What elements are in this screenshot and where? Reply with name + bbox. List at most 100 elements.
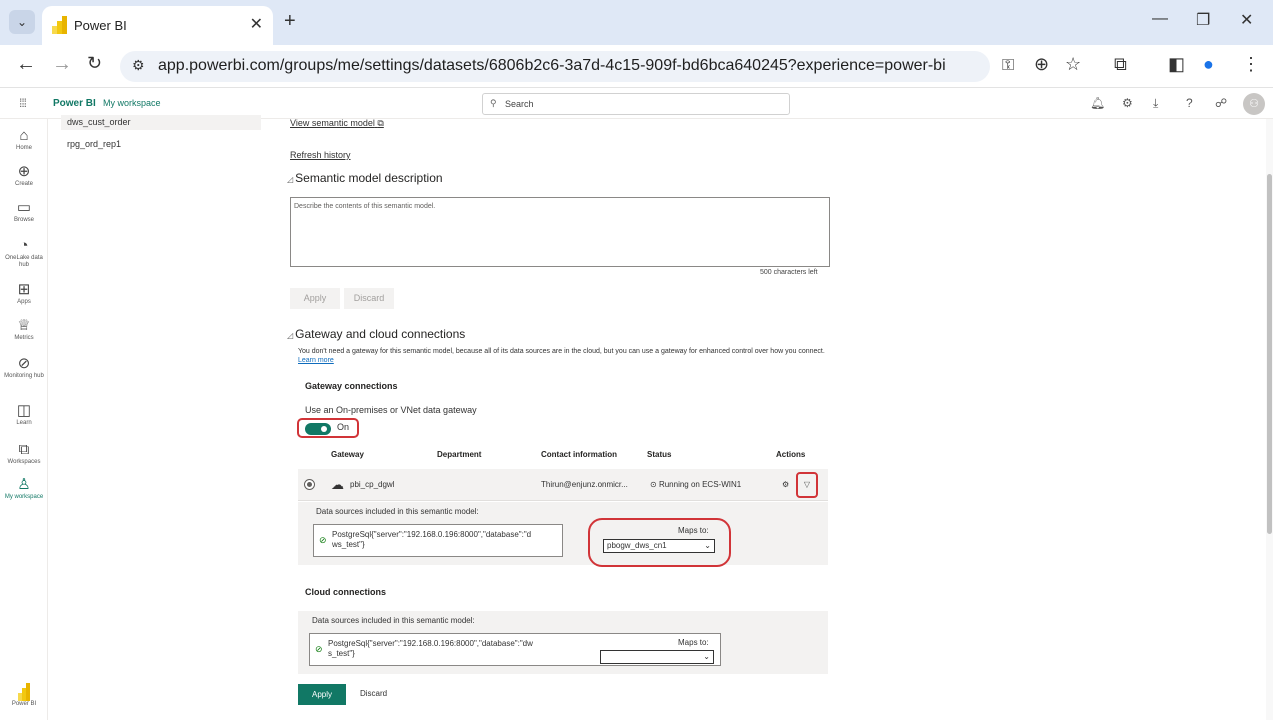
gateway-name: pbi_cp_dgwl bbox=[350, 480, 395, 489]
column-header-department: Department bbox=[437, 450, 482, 459]
nav-powerbi-label: Power BI bbox=[11, 701, 37, 707]
gateway-radio[interactable] bbox=[304, 479, 315, 490]
column-header-gateway: Gateway bbox=[331, 450, 364, 459]
zoom-icon[interactable]: ⊕ bbox=[1034, 54, 1049, 75]
url-omnibox[interactable]: ⚙ app.powerbi.com/groups/me/settings/dat… bbox=[120, 51, 1014, 82]
nav-browse[interactable]: ▭ Browse bbox=[0, 199, 48, 224]
gateway-connections-heading: Gateway connections bbox=[305, 381, 398, 391]
browser-tab[interactable]: Power BI ✕ bbox=[42, 6, 273, 45]
collapse-triangle-icon: ◿ bbox=[287, 331, 294, 340]
powerbi-brand[interactable]: Power BI bbox=[53, 98, 96, 109]
browser-menu-icon[interactable]: ⋮ bbox=[1242, 54, 1260, 75]
home-icon: ⌂ bbox=[19, 127, 29, 144]
apply-button[interactable]: Apply bbox=[298, 684, 346, 705]
cloud-datasources-panel: Data sources included in this semantic m… bbox=[298, 611, 828, 674]
scroll-thumb[interactable] bbox=[1267, 174, 1272, 534]
forward-icon[interactable]: → bbox=[52, 53, 72, 76]
gateway-section-header[interactable]: ◿ Gateway and cloud connections bbox=[287, 327, 465, 341]
discard-button[interactable]: Discard bbox=[360, 689, 387, 698]
toggle-state-label: On bbox=[337, 422, 350, 432]
gw-ds-text-line2: ws_test"} bbox=[332, 540, 365, 549]
description-section-header[interactable]: ◿ Semantic model description bbox=[287, 171, 443, 185]
nav-my-workspace-label: My workspace bbox=[4, 494, 44, 500]
new-tab-icon[interactable]: + bbox=[284, 10, 296, 33]
reload-icon[interactable]: ↻ bbox=[87, 53, 102, 74]
restore-icon[interactable]: ❐ bbox=[1196, 10, 1210, 30]
nav-workspaces-label: Workspaces bbox=[7, 459, 41, 465]
chevron-down-icon: ▽ bbox=[803, 480, 811, 489]
gateway-settings-icon[interactable]: ⚙ bbox=[782, 480, 789, 489]
nav-learn[interactable]: ◫ Learn bbox=[0, 402, 48, 427]
nav-onelake-label: OneLake data hub bbox=[5, 255, 43, 268]
apply-button-disabled[interactable]: Apply bbox=[290, 288, 340, 309]
nav-monitoring-label: Monitoring hub bbox=[4, 373, 44, 379]
semantic-model-list: dws_cust_order rpg_ord_rep1 bbox=[48, 115, 270, 720]
view-semantic-model-link[interactable]: View semantic model ⧉ bbox=[290, 118, 384, 129]
nav-powerbi[interactable]: Power BI bbox=[0, 683, 48, 708]
chars-left-counter: 500 characters left bbox=[760, 269, 818, 276]
bookmark-star-icon[interactable]: ☆ bbox=[1065, 54, 1081, 75]
url-text[interactable]: app.powerbi.com/groups/me/settings/datas… bbox=[158, 57, 946, 75]
nav-my-workspace[interactable]: ♙ My workspace bbox=[0, 476, 48, 501]
list-item[interactable]: dws_cust_order bbox=[61, 115, 261, 130]
breadcrumb-workspace[interactable]: My workspace bbox=[103, 98, 161, 108]
list-item[interactable]: rpg_ord_rep1 bbox=[61, 137, 261, 152]
browser-tab-bar: ⌄ Power BI ✕ + — ❐ ✕ bbox=[0, 0, 1273, 45]
collapse-triangle-icon: ◿ bbox=[287, 175, 294, 184]
nav-onelake[interactable]: ◔ OneLake data hub bbox=[0, 237, 48, 269]
settings-content: View semantic model ⧉ Refresh history ◿ S… bbox=[270, 118, 1266, 720]
use-gateway-label: Use an On-premises or VNet data gateway bbox=[305, 405, 477, 415]
page-scrollbar[interactable] bbox=[1266, 119, 1273, 720]
settings-gear-icon[interactable]: ⚙ bbox=[1122, 96, 1133, 110]
nav-browse-label: Browse bbox=[13, 217, 34, 223]
extensions-icon[interactable]: ⧉ bbox=[1114, 54, 1127, 75]
tab-close-icon[interactable]: ✕ bbox=[250, 14, 263, 34]
help-icon[interactable]: ? bbox=[1186, 96, 1193, 110]
expand-gateway-button[interactable]: ▽ bbox=[796, 472, 818, 498]
app-launcher-icon[interactable]: ⁞⁞⁞ bbox=[19, 96, 27, 110]
cloud-maps-to-select[interactable]: ⌄ bbox=[600, 650, 714, 664]
description-textarea[interactable]: Describe the contents of this semantic m… bbox=[290, 197, 830, 267]
user-avatar-icon[interactable]: ⚇ bbox=[1243, 93, 1265, 115]
share-feedback-icon[interactable]: ☍ bbox=[1215, 96, 1227, 110]
nav-metrics[interactable]: ♕ Metrics bbox=[0, 317, 48, 342]
notifications-icon[interactable]: 🔔︎ bbox=[1090, 96, 1105, 110]
close-window-icon[interactable]: ✕ bbox=[1240, 10, 1253, 30]
nav-apps[interactable]: ⊞ Apps bbox=[0, 281, 48, 306]
search-input[interactable]: ⚲ Search bbox=[482, 93, 790, 115]
create-plus-icon: ⊕ bbox=[17, 163, 31, 180]
cloud-ds-text-line1: PostgreSql{"server":"192.168.0.196:8000"… bbox=[328, 639, 533, 648]
left-navigation: ⌂ Home ⊕ Create ▭ Browse ◔ OneLake data … bbox=[0, 119, 48, 720]
site-info-icon[interactable]: ⚙ bbox=[132, 57, 145, 74]
chevron-down-icon: ⌄ bbox=[703, 652, 710, 661]
metrics-trophy-icon: ♕ bbox=[17, 317, 31, 334]
password-key-icon[interactable]: ⚿ bbox=[1002, 57, 1014, 75]
powerbi-logo-icon bbox=[18, 683, 30, 701]
back-icon[interactable]: ← bbox=[16, 53, 36, 76]
cloud-maps-to-label: Maps to: bbox=[678, 638, 709, 647]
minimize-icon[interactable]: — bbox=[1152, 10, 1168, 28]
external-link-icon: ⧉ bbox=[377, 118, 384, 128]
cloud-ds-text-line2: s_test"} bbox=[328, 649, 355, 658]
side-panel-icon[interactable]: ◧ bbox=[1168, 54, 1185, 75]
workspaces-icon: ⧉ bbox=[18, 441, 30, 458]
gateway-status: ⊙ Running on ECS-WIN1 bbox=[650, 480, 742, 489]
download-icon[interactable]: ⤓ bbox=[1153, 96, 1158, 111]
refresh-history-link[interactable]: Refresh history bbox=[290, 150, 351, 160]
nav-create[interactable]: ⊕ Create bbox=[0, 163, 48, 188]
nav-monitoring[interactable]: ⊘ Monitoring hub bbox=[0, 355, 48, 380]
monitoring-icon: ⊘ bbox=[17, 355, 31, 372]
gateway-toggle[interactable] bbox=[305, 423, 331, 435]
nav-home-label: Home bbox=[15, 145, 32, 151]
my-workspace-person-icon: ♙ bbox=[17, 476, 31, 493]
nav-learn-label: Learn bbox=[16, 420, 32, 426]
browse-folder-icon: ▭ bbox=[16, 199, 32, 216]
nav-workspaces[interactable]: ⧉ Workspaces bbox=[0, 441, 48, 466]
discard-button-disabled[interactable]: Discard bbox=[344, 288, 394, 309]
nav-home[interactable]: ⌂ Home bbox=[0, 127, 48, 152]
profile-icon[interactable]: ● bbox=[1203, 54, 1214, 75]
connected-check-icon: ⊘ bbox=[319, 535, 327, 545]
learn-more-link[interactable]: Learn more bbox=[298, 357, 334, 364]
tab-search-button[interactable]: ⌄ bbox=[9, 10, 35, 34]
table-row[interactable]: ☁ pbi_cp_dgwl Thirun@enjunz.onmicr... ⊙ … bbox=[298, 469, 828, 501]
